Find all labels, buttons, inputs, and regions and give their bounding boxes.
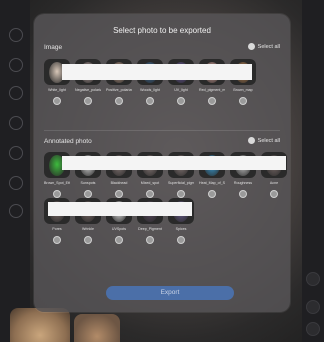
photo-label: Brown_map: [233, 88, 253, 92]
right-toolbar: [302, 0, 324, 342]
photo-label: Pores: [52, 227, 62, 231]
photo-label: Wrinkle: [82, 227, 94, 231]
image-section-label: Image: [44, 44, 63, 51]
tool-circle-icon[interactable]: [306, 272, 320, 286]
image-select-all[interactable]: Select all: [247, 43, 280, 50]
toolbar-icon[interactable]: [9, 86, 23, 100]
select-all-radio-icon[interactable]: [247, 43, 255, 50]
select-radio[interactable]: [84, 97, 92, 105]
dialog-title: Select photo to be exported: [113, 26, 211, 35]
photo-label: Spices: [175, 227, 187, 231]
photo-label: UVSpots: [111, 227, 127, 231]
redaction-bar: [62, 64, 252, 80]
select-radio[interactable]: [53, 236, 61, 244]
toolbar-icon[interactable]: [9, 58, 23, 72]
select-radio[interactable]: [53, 97, 61, 105]
select-all-label: Select all: [257, 137, 280, 144]
thumbnail-face: [74, 314, 120, 342]
select-radio[interactable]: [239, 190, 247, 198]
toolbar-icon[interactable]: [9, 116, 23, 130]
select-all-label: Select all: [257, 43, 280, 50]
select-radio[interactable]: [115, 190, 123, 198]
redaction-bar: [48, 202, 192, 216]
select-radio[interactable]: [115, 97, 123, 105]
left-toolbar: [0, 0, 30, 342]
select-radio[interactable]: [84, 190, 92, 198]
select-radio[interactable]: [177, 236, 185, 244]
photo-label: Red_pigment_map: [199, 88, 225, 92]
photo-label: Sunspots: [80, 181, 96, 185]
photo-label: Deep_Pigment: [138, 227, 162, 231]
select-radio[interactable]: [146, 236, 154, 244]
photo-label: Positive_polarized_light: [106, 88, 132, 92]
select-radio[interactable]: [208, 190, 216, 198]
select-all-radio-icon[interactable]: [247, 137, 255, 144]
toolbar-icon[interactable]: [9, 176, 23, 190]
photo-label: Roughness: [233, 181, 253, 185]
select-radio[interactable]: [239, 97, 247, 105]
select-radio[interactable]: [146, 97, 154, 105]
select-radio[interactable]: [177, 190, 185, 198]
photo-label: Blackhead: [110, 181, 128, 185]
redaction-bar: [62, 156, 286, 170]
photo-label: Negative_polarized_light: [75, 88, 101, 92]
photo-label: Mixed_spot: [140, 181, 160, 185]
tool-circle-icon[interactable]: [306, 322, 320, 336]
export-dialog: Select photo to be exported Image Select…: [34, 14, 290, 312]
edit-icon[interactable]: [306, 300, 320, 314]
select-radio[interactable]: [53, 190, 61, 198]
thumbnail-face: [10, 308, 70, 342]
select-radio[interactable]: [177, 97, 185, 105]
select-radio[interactable]: [146, 190, 154, 198]
select-radio[interactable]: [115, 236, 123, 244]
section-divider: [44, 130, 280, 131]
photo-label: Woods_light: [140, 88, 160, 92]
photo-label: UV_light: [174, 88, 188, 92]
annotated-section-label: Annotated photo: [44, 138, 92, 145]
select-radio[interactable]: [270, 190, 278, 198]
select-radio[interactable]: [84, 236, 92, 244]
photo-label: Heat_Map_of_Sensitivity: [199, 181, 225, 185]
toolbar-icon[interactable]: [9, 28, 23, 42]
toolbar-icon[interactable]: [9, 146, 23, 160]
photo-label: White_light: [48, 88, 66, 92]
annotated-select-all[interactable]: Select all: [247, 137, 280, 144]
photo-label: Acne: [269, 181, 279, 185]
select-radio[interactable]: [208, 97, 216, 105]
photo-label: Superficial_pigment: [168, 181, 194, 185]
toolbar-icon[interactable]: [9, 204, 23, 218]
photo-label: Brown_Spot_Ethnic: [44, 181, 70, 185]
export-button[interactable]: Export: [106, 286, 234, 300]
